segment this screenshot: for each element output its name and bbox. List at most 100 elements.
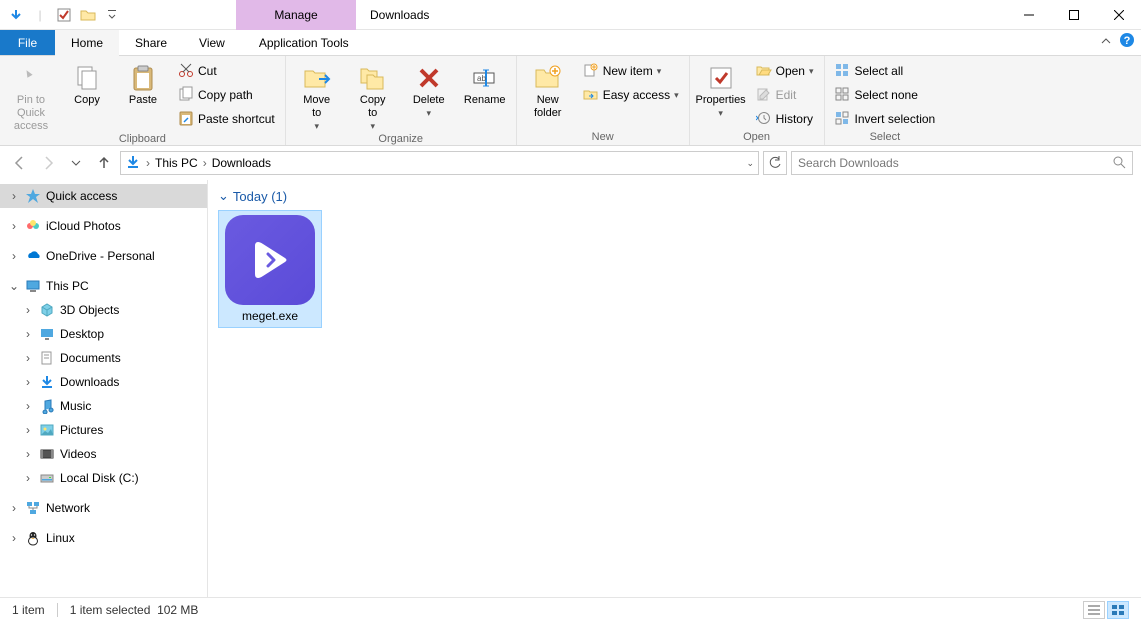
sidebar-item-pictures[interactable]: ›Pictures — [0, 418, 207, 442]
application-tools-tab[interactable]: Application Tools — [243, 30, 365, 55]
chevron-right-icon[interactable]: › — [8, 189, 20, 203]
ribbon-group-label: Organize — [292, 133, 510, 147]
app-icon — [225, 215, 315, 305]
forward-button[interactable] — [36, 151, 60, 175]
status-selection: 1 item selected 102 MB — [70, 603, 199, 617]
down-arrow-icon[interactable] — [6, 5, 26, 25]
chevron-down-icon[interactable]: ⌄ — [218, 188, 229, 204]
address-dropdown-icon[interactable]: ⌄ — [746, 158, 754, 169]
recent-dropdown[interactable] — [64, 151, 88, 175]
properties-checkbox-icon[interactable] — [54, 5, 74, 25]
chevron-right-icon[interactable]: › — [22, 327, 34, 341]
paste-shortcut-button[interactable]: Paste shortcut — [174, 108, 279, 130]
copy-button[interactable]: Copy — [62, 58, 112, 107]
onedrive-icon — [24, 248, 42, 264]
open-button[interactable]: Open ▾ — [752, 60, 818, 82]
minimize-button[interactable] — [1006, 0, 1051, 30]
sidebar-item-onedrive[interactable]: › OneDrive - Personal — [0, 244, 207, 268]
sidebar-item-local-disk[interactable]: ›Local Disk (C:) — [0, 466, 207, 490]
invert-selection-button[interactable]: Invert selection — [831, 108, 940, 130]
chevron-right-icon[interactable]: › — [22, 471, 34, 485]
folder-icon[interactable] — [78, 5, 98, 25]
details-view-button[interactable] — [1083, 601, 1105, 619]
qa-dropdown-icon[interactable] — [102, 5, 122, 25]
chevron-right-icon[interactable]: › — [22, 351, 34, 365]
new-folder-button[interactable]: New folder — [523, 58, 573, 120]
context-tab-manage[interactable]: Manage — [236, 0, 356, 30]
copy-path-button[interactable]: Copy path — [174, 84, 279, 106]
chevron-right-icon[interactable]: › — [22, 399, 34, 413]
sidebar-item-videos[interactable]: ›Videos — [0, 442, 207, 466]
ribbon-tabs: File Home Share View Application Tools ? — [0, 30, 1141, 56]
ribbon-collapse-icon[interactable] — [1101, 35, 1111, 49]
close-button[interactable] — [1096, 0, 1141, 30]
cut-button[interactable]: Cut — [174, 60, 279, 82]
select-all-button[interactable]: Select all — [831, 60, 940, 82]
select-none-button[interactable]: Select none — [831, 84, 940, 106]
ribbon-group-clipboard: Pin to Quick access Copy Paste Cut Copy … — [0, 56, 286, 145]
breadcrumb-this-pc[interactable]: This PC — [155, 156, 198, 170]
new-folder-icon — [534, 62, 562, 94]
sidebar-item-music[interactable]: ›Music — [0, 394, 207, 418]
copy-to-button[interactable]: Copy to ▾ — [348, 58, 398, 133]
paste-button[interactable]: Paste — [118, 58, 168, 107]
icons-view-button[interactable] — [1107, 601, 1129, 619]
properties-button[interactable]: Properties ▾ — [696, 58, 746, 120]
up-button[interactable] — [92, 151, 116, 175]
home-tab[interactable]: Home — [55, 30, 119, 55]
file-list[interactable]: ⌄ Today (1) meget.exe — [208, 180, 1141, 597]
help-icon[interactable]: ? — [1119, 32, 1135, 51]
sidebar-item-3d-objects[interactable]: ›3D Objects — [0, 298, 207, 322]
paste-icon — [132, 62, 154, 94]
file-item-meget[interactable]: meget.exe — [218, 210, 322, 328]
svg-text:ab: ab — [477, 74, 486, 83]
refresh-button[interactable] — [763, 151, 787, 175]
edit-button[interactable]: Edit — [752, 84, 818, 106]
cube-icon — [38, 302, 56, 318]
chevron-right-icon[interactable]: › — [22, 375, 34, 389]
easy-access-button[interactable]: Easy access ▾ — [579, 84, 683, 106]
sidebar-item-this-pc[interactable]: ⌄ This PC — [0, 274, 207, 298]
group-header-today[interactable]: ⌄ Today (1) — [218, 188, 1131, 204]
sidebar-item-quick-access[interactable]: › Quick access — [0, 184, 207, 208]
pin-quick-access-button[interactable]: Pin to Quick access — [6, 58, 56, 133]
chevron-right-icon[interactable]: › — [22, 303, 34, 317]
back-button[interactable] — [8, 151, 32, 175]
view-tab[interactable]: View — [183, 30, 241, 55]
sidebar-item-desktop[interactable]: ›Desktop — [0, 322, 207, 346]
chevron-right-icon[interactable]: › — [22, 423, 34, 437]
share-tab[interactable]: Share — [119, 30, 183, 55]
ribbon-group-organize: Move to ▾ Copy to ▾ Delete ▾ ab Rename O… — [286, 56, 517, 145]
history-icon — [756, 111, 772, 128]
sidebar-item-linux[interactable]: ›Linux — [0, 526, 207, 550]
new-item-button[interactable]: New item ▾ — [579, 60, 683, 82]
qa-separator: | — [30, 5, 50, 25]
properties-icon — [708, 62, 734, 94]
navigation-pane: › Quick access › iCloud Photos › OneDriv… — [0, 180, 208, 597]
sidebar-item-documents[interactable]: ›Documents — [0, 346, 207, 370]
breadcrumb[interactable]: › This PC › Downloads ⌄ — [120, 151, 759, 175]
breadcrumb-downloads[interactable]: Downloads — [212, 156, 271, 170]
chevron-right-icon[interactable]: › — [143, 156, 153, 170]
chevron-right-icon[interactable]: › — [8, 249, 20, 263]
chevron-right-icon[interactable]: › — [22, 447, 34, 461]
titlebar: | Manage Downloads — [0, 0, 1141, 30]
chevron-right-icon[interactable]: › — [8, 501, 20, 515]
network-icon — [24, 500, 42, 516]
chevron-down-icon[interactable]: ⌄ — [8, 279, 20, 293]
maximize-button[interactable] — [1051, 0, 1096, 30]
chevron-right-icon[interactable]: › — [200, 156, 210, 170]
rename-button[interactable]: ab Rename — [460, 58, 510, 107]
chevron-right-icon[interactable]: › — [8, 219, 20, 233]
sidebar-item-network[interactable]: ›Network — [0, 496, 207, 520]
delete-button[interactable]: Delete ▾ — [404, 58, 454, 120]
file-tab[interactable]: File — [0, 30, 55, 55]
sidebar-item-downloads[interactable]: ›Downloads — [0, 370, 207, 394]
move-to-button[interactable]: Move to ▾ — [292, 58, 342, 133]
pc-icon — [24, 278, 42, 294]
sidebar-item-icloud[interactable]: › iCloud Photos — [0, 214, 207, 238]
window-title: Downloads — [370, 8, 429, 22]
chevron-right-icon[interactable]: › — [8, 531, 20, 545]
search-input[interactable]: Search Downloads — [791, 151, 1133, 175]
history-button[interactable]: History — [752, 108, 818, 130]
